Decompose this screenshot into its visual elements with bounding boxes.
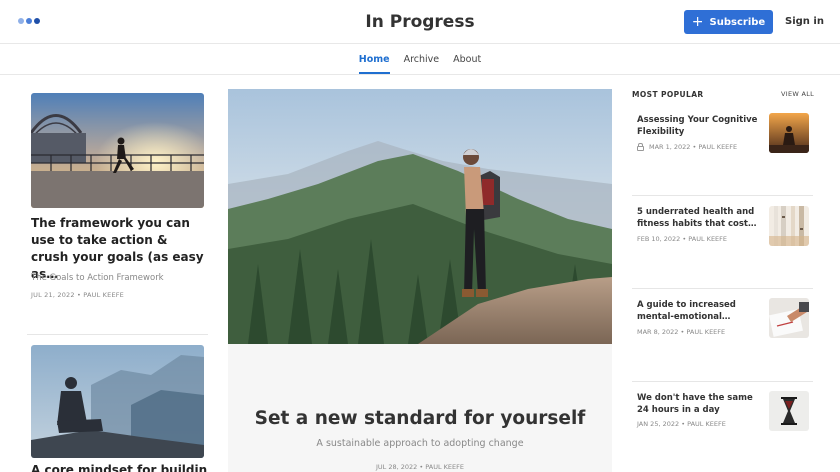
popular-item-meta: MAR 1, 2022 • PAUL KEEFE <box>637 143 737 151</box>
featured-subtitle: A sustainable approach to adopting chang… <box>316 438 524 449</box>
popular-item-thumbnail[interactable] <box>769 298 809 338</box>
popular-item-meta: MAR 8, 2022 • PAUL KEEFE <box>637 328 726 336</box>
plus-icon: + <box>691 14 704 30</box>
main-nav: Home Archive About <box>0 44 840 75</box>
featured-meta: JUL 28, 2022 • PAUL KEEFE <box>376 463 464 471</box>
popular-item-title[interactable]: Assessing Your Cognitive Flexibility <box>637 114 762 138</box>
most-popular-heading: MOST POPULAR <box>632 90 704 99</box>
lock-icon <box>637 143 644 151</box>
popular-item-meta: FEB 10, 2022 • PAUL KEEFE <box>637 235 728 243</box>
popular-item-thumbnail[interactable] <box>769 206 809 246</box>
post-subtitle: The Goals to Action Framework <box>31 273 164 283</box>
top-header: In Progress + Subscribe Sign in <box>0 0 840 44</box>
post-meta: JUL 21, 2022 • PAUL KEEFE <box>31 291 124 299</box>
subscribe-button[interactable]: + Subscribe <box>684 10 773 34</box>
divider <box>632 195 813 196</box>
popular-item-thumbnail[interactable] <box>769 391 809 431</box>
sign-in-link[interactable]: Sign in <box>785 16 824 27</box>
popular-item-title[interactable]: A guide to increased mental-emotional… <box>637 299 762 323</box>
post-image-runner[interactable] <box>31 93 204 208</box>
featured-image-hiker[interactable] <box>228 89 612 344</box>
view-all-link[interactable]: VIEW ALL <box>781 90 814 98</box>
subscribe-label: Subscribe <box>709 16 766 28</box>
popular-item-thumbnail[interactable] <box>769 113 809 153</box>
nav-home[interactable]: Home <box>358 44 390 74</box>
divider <box>27 334 208 335</box>
nav-about[interactable]: About <box>453 44 481 74</box>
post-image-cliff[interactable] <box>31 345 204 458</box>
divider <box>632 381 813 382</box>
popular-item-meta: JAN 25, 2022 • PAUL KEEFE <box>637 420 726 428</box>
post-title[interactable]: A core mindset for building <box>31 463 207 472</box>
featured-title[interactable]: Set a new standard for yourself <box>228 408 612 429</box>
divider <box>632 288 813 289</box>
nav-archive[interactable]: Archive <box>404 44 440 74</box>
popular-item-title[interactable]: 5 underrated health and fitness habits t… <box>637 206 762 230</box>
popular-item-meta-text: MAR 1, 2022 • PAUL KEEFE <box>649 143 738 151</box>
popular-item-title[interactable]: We don't have the same 24 hours in a day <box>637 392 762 416</box>
